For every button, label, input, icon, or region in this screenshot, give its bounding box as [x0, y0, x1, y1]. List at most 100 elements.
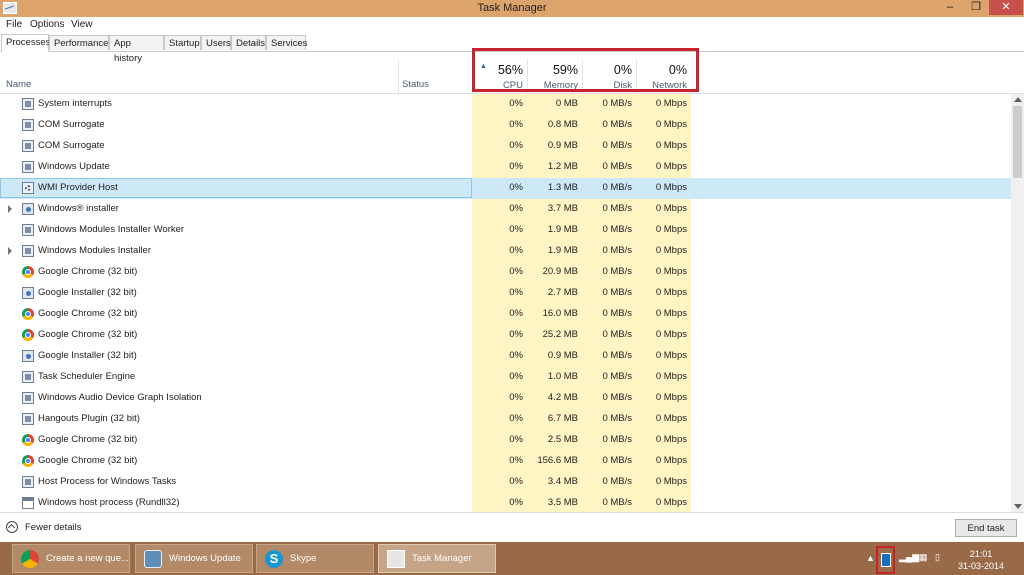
- taskbar-item-task-manager[interactable]: Task Manager: [378, 544, 496, 573]
- network-cell: 0 Mbps: [655, 350, 687, 361]
- tab-startup[interactable]: Startup: [164, 35, 201, 50]
- gear-icon: [22, 182, 34, 194]
- memory-cell: 0.9 MB: [547, 350, 578, 361]
- process-row[interactable]: System interrupts 0% 0 MB 0 MB/s 0 Mbps: [0, 94, 1011, 115]
- process-row[interactable]: Host Process for Windows Tasks 0% 3.4 MB 0 …: [0, 472, 1011, 493]
- tab-users[interactable]: Users: [201, 35, 231, 50]
- disk-cell: 0 MB/s: [602, 140, 632, 151]
- disk-cell: 0 MB/s: [602, 497, 632, 508]
- process-row[interactable]: Google Installer (32 bit) 0% 0.9 MB 0 MB/s 0…: [0, 346, 1011, 367]
- network-cell: 0 Mbps: [655, 161, 687, 172]
- show-hidden-icons-icon[interactable]: ▲: [866, 553, 875, 563]
- menu-bar: File Options View: [0, 17, 1024, 33]
- name-column-header[interactable]: Name: [0, 52, 398, 94]
- clock-date[interactable]: 31-03-2014: [950, 561, 1012, 571]
- network-signal-icon[interactable]: ▂▄▆: [899, 552, 919, 563]
- memory-cell: 16.0 MB: [542, 308, 578, 319]
- menu-file[interactable]: File: [6, 18, 22, 32]
- disk-cell: 0 MB/s: [602, 350, 632, 361]
- close-button[interactable]: ✕: [989, 0, 1023, 15]
- process-row[interactable]: COM Surrogate 0% 0.9 MB 0 MB/s 0 Mbps: [0, 136, 1011, 157]
- scroll-down-icon[interactable]: [1014, 504, 1022, 509]
- maximize-button[interactable]: ❐: [963, 0, 989, 15]
- network-cell: 0 Mbps: [655, 413, 687, 424]
- tab-app-history[interactable]: App history: [109, 35, 164, 64]
- expand-arrow-icon[interactable]: [8, 247, 12, 255]
- tab-processes[interactable]: Processes: [1, 34, 50, 52]
- end-task-button[interactable]: End task: [955, 519, 1017, 537]
- cpu-cell: 0%: [509, 119, 523, 130]
- memory-cell: 1.3 MB: [547, 182, 578, 193]
- battery-icon[interactable]: ▯: [935, 552, 940, 563]
- chrome-icon: [22, 434, 34, 446]
- process-name: Windows® installer: [38, 203, 119, 214]
- process-row[interactable]: Google Chrome (32 bit) 0% 20.9 MB 0 MB/s 0 M…: [0, 262, 1011, 283]
- process-icon: [22, 413, 34, 425]
- disk-cell: 0 MB/s: [602, 413, 632, 424]
- process-row[interactable]: Windows Audio Device Graph Isolation 0% 4.…: [0, 388, 1011, 409]
- network-cell: 0 Mbps: [655, 98, 687, 109]
- memory-cell: 0.8 MB: [547, 119, 578, 130]
- taskbar-item-label: Windows Update: [169, 553, 241, 564]
- scroll-thumb[interactable]: [1013, 106, 1022, 178]
- task-manager-icon: [387, 550, 405, 568]
- process-row[interactable]: Task Scheduler Engine 0% 1.0 MB 0 MB/s 0 Mbp…: [0, 367, 1011, 388]
- process-row[interactable]: Windows Modules Installer Worker 0% 1.9 MB…: [0, 220, 1011, 241]
- resource-usage-highlight: [472, 48, 699, 92]
- taskbar-item-skype[interactable]: S Skype: [256, 544, 374, 573]
- taskbar-item-chrome[interactable]: Create a new que...: [12, 544, 130, 573]
- footer-bar: Fewer details End task: [0, 512, 1024, 543]
- taskbar-item-windows-update[interactable]: Windows Update: [135, 544, 253, 573]
- process-row[interactable]: Google Chrome (32 bit) 0% 156.6 MB 0 MB/s 0 …: [0, 451, 1011, 472]
- process-row[interactable]: Windows® installer 0% 3.7 MB 0 MB/s 0 Mbps: [0, 199, 1011, 220]
- column-divider[interactable]: [398, 60, 399, 94]
- process-row[interactable]: COM Surrogate 0% 0.8 MB 0 MB/s 0 Mbps: [0, 115, 1011, 136]
- memory-cell: 2.7 MB: [547, 287, 578, 298]
- taskbar-item-label: Task Manager: [412, 553, 472, 564]
- clock-time[interactable]: 21:01: [950, 549, 1012, 559]
- app-tray-icon[interactable]: ▦: [919, 552, 928, 563]
- network-cell: 0 Mbps: [655, 245, 687, 256]
- process-row[interactable]: WMI Provider Host 0% 1.3 MB 0 MB/s 0 Mbps: [0, 178, 1011, 199]
- tab-services[interactable]: Services: [266, 35, 307, 50]
- collapse-chevron-icon[interactable]: [6, 521, 18, 533]
- process-name: Windows Audio Device Graph Isolation: [38, 392, 202, 403]
- scroll-up-icon[interactable]: [1014, 97, 1022, 102]
- process-row[interactable]: Hangouts Plugin (32 bit) 0% 6.7 MB 0 MB/s 0 …: [0, 409, 1011, 430]
- process-name: Google Chrome (32 bit): [38, 455, 138, 466]
- memory-cell: 4.2 MB: [547, 392, 578, 403]
- cpu-cell: 0%: [509, 455, 523, 466]
- tab-performance[interactable]: Performance: [49, 35, 109, 50]
- menu-view[interactable]: View: [71, 18, 93, 32]
- chrome-icon: [22, 266, 34, 278]
- memory-cell: 3.7 MB: [547, 203, 578, 214]
- vertical-scrollbar[interactable]: [1011, 94, 1024, 512]
- memory-cell: 1.9 MB: [547, 224, 578, 235]
- memory-cell: 25.2 MB: [542, 329, 578, 340]
- process-row[interactable]: Google Chrome (32 bit) 0% 25.2 MB 0 MB/s 0 M…: [0, 325, 1011, 346]
- expand-arrow-icon[interactable]: [8, 205, 12, 213]
- status-column-header[interactable]: Status: [398, 52, 472, 94]
- network-cell: 0 Mbps: [655, 392, 687, 403]
- process-row[interactable]: Windows host process (Rundll32) 0% 3.5 MB 0…: [0, 493, 1011, 512]
- cpu-cell: 0%: [509, 161, 523, 172]
- installer-icon: [22, 350, 34, 362]
- process-row[interactable]: Google Chrome (32 bit) 0% 2.5 MB 0 MB/s 0 Mb…: [0, 430, 1011, 451]
- process-icon: [22, 245, 34, 257]
- menu-options[interactable]: Options: [30, 18, 64, 32]
- fewer-details-link[interactable]: Fewer details: [25, 522, 82, 533]
- process-name: COM Surrogate: [38, 119, 105, 130]
- process-row[interactable]: Windows Modules Installer 0% 1.9 MB 0 MB/s 0…: [0, 241, 1011, 262]
- cpu-cell: 0%: [509, 98, 523, 109]
- process-row[interactable]: Google Chrome (32 bit) 0% 16.0 MB 0 MB/s 0 M…: [0, 304, 1011, 325]
- installer-icon: [22, 287, 34, 299]
- process-row[interactable]: Windows Update 0% 1.2 MB 0 MB/s 0 Mbps: [0, 157, 1011, 178]
- tab-details[interactable]: Details: [231, 35, 266, 50]
- skype-icon: S: [265, 550, 283, 568]
- process-row[interactable]: Google Installer (32 bit) 0% 2.7 MB 0 MB/s 0…: [0, 283, 1011, 304]
- network-cell: 0 Mbps: [655, 119, 687, 130]
- process-icon: [22, 140, 34, 152]
- minimize-button[interactable]: ‒: [937, 0, 963, 15]
- process-icon: [22, 392, 34, 404]
- chrome-icon: [21, 550, 39, 568]
